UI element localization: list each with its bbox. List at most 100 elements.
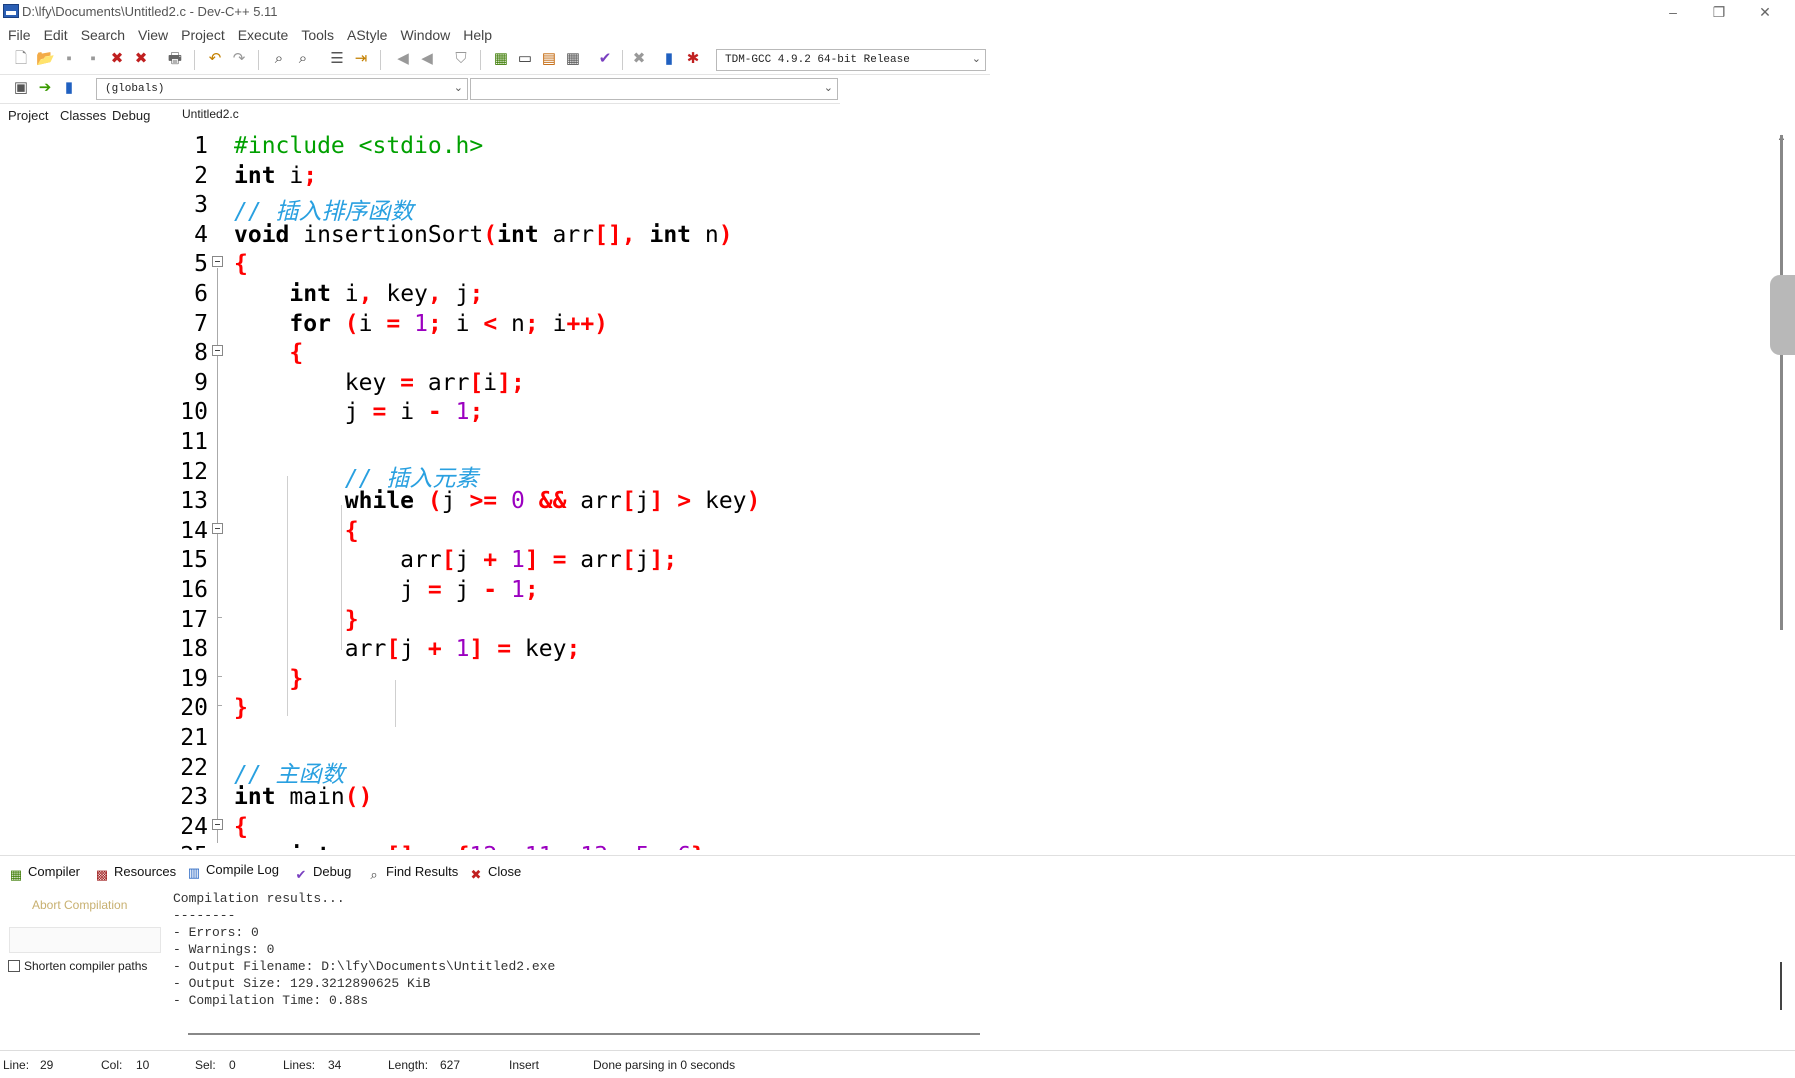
goto-line-icon[interactable]: ☰	[328, 50, 346, 68]
save-icon[interactable]: ▪	[60, 50, 78, 68]
chart-icon: ▥	[187, 865, 201, 880]
scope-select-value: (globals)	[105, 83, 165, 95]
code-line[interactable]: arr[j + 1] = key;	[234, 636, 581, 662]
code-line[interactable]: for (i = 1; i < n; i++)	[234, 311, 608, 337]
code-line[interactable]: }	[234, 666, 303, 692]
fold-toggle-icon[interactable]	[212, 345, 223, 356]
code-editor[interactable]: 1234567891011121314151617181920212223242…	[170, 130, 1785, 850]
code-line[interactable]: int i, key, j;	[234, 281, 483, 307]
code-line[interactable]: #include <stdio.h>	[234, 133, 483, 159]
line-number: 14	[180, 517, 208, 544]
log-horizontal-scrollbar[interactable]	[188, 1033, 980, 1035]
close-window-button[interactable]: ✕	[1742, 0, 1788, 24]
tab-resources[interactable]: ▩ Resources	[94, 864, 176, 883]
abort-compilation-button[interactable]: Abort Compilation	[32, 898, 127, 912]
print-icon[interactable]: 🖶	[166, 50, 184, 68]
fold-toggle-icon[interactable]	[212, 523, 223, 534]
code-line[interactable]: int main()	[234, 784, 373, 810]
tab-find-results[interactable]: ⌕ Find Results	[366, 864, 458, 883]
fold-end-marker	[217, 617, 222, 618]
tab-project[interactable]: Project	[8, 108, 48, 123]
compiler-select[interactable]: TDM-GCC 4.9.2 64-bit Release ⌄	[716, 49, 986, 71]
unindent-icon[interactable]: ◀	[394, 50, 412, 68]
menu-astyle[interactable]: AStyle	[347, 24, 387, 46]
tab-classes[interactable]: Classes	[60, 108, 106, 123]
new-class-icon[interactable]: ▣	[12, 79, 30, 97]
new-file-icon[interactable]: 🗋	[12, 50, 30, 68]
compile-run-icon[interactable]: ▤	[540, 50, 558, 68]
line-number: 15	[180, 547, 208, 574]
undo-icon[interactable]: ↶	[206, 50, 224, 68]
debug-icon[interactable]: ✱	[684, 50, 702, 68]
code-line[interactable]: while (j >= 0 && arr[j] > key)	[234, 488, 761, 514]
code-line[interactable]: {	[234, 518, 359, 544]
syntax-check-icon[interactable]: ✔	[596, 50, 614, 68]
status-parse-message: Done parsing in 0 seconds	[593, 1058, 736, 1072]
open-file-icon[interactable]: 📂	[36, 50, 55, 68]
menu-window[interactable]: Window	[400, 24, 450, 46]
fold-toggle-icon[interactable]	[212, 256, 223, 267]
tab-close[interactable]: ✖ Close	[468, 864, 522, 883]
line-number: 5	[194, 251, 208, 278]
rebuild-icon[interactable]: ▦	[564, 50, 582, 68]
tab-label: Compiler	[28, 864, 81, 879]
toggle-icon[interactable]: ▮	[60, 79, 78, 97]
code-line[interactable]: key = arr[i];	[234, 370, 525, 396]
replace-icon[interactable]: ⌕	[294, 50, 312, 68]
code-line[interactable]: arr[j + 1] = arr[j];	[234, 547, 677, 573]
run-icon[interactable]: ▭	[516, 50, 534, 68]
close-all-icon[interactable]: ✖	[132, 50, 150, 68]
menu-project[interactable]: Project	[181, 24, 225, 46]
editor-scrollbar[interactable]	[1780, 135, 1783, 630]
scope-select[interactable]: (globals) ⌄	[96, 78, 468, 100]
tab-compiler[interactable]: ▦ Compiler	[8, 864, 80, 883]
code-line[interactable]: }	[234, 607, 359, 633]
minimize-button[interactable]: –	[1650, 0, 1696, 24]
tab-label: Debug	[313, 864, 352, 879]
menu-tools[interactable]: Tools	[301, 24, 334, 46]
menu-help[interactable]: Help	[463, 24, 492, 46]
menu-search[interactable]: Search	[81, 24, 125, 46]
insert-icon[interactable]: ➔	[36, 79, 54, 97]
line-number: 8	[194, 340, 208, 367]
indent-icon[interactable]: ◀	[418, 50, 436, 68]
stop-icon[interactable]: ✖	[630, 50, 648, 68]
code-line[interactable]: j = j - 1;	[234, 577, 539, 603]
window-title: D:\lfy\Documents\Untitled2.c - Dev-C++ 5…	[22, 4, 278, 19]
code-line[interactable]: }	[234, 695, 248, 721]
code-line[interactable]: {	[234, 340, 303, 366]
bookmark-icon[interactable]: ⛉	[452, 50, 470, 68]
side-handle[interactable]	[1770, 275, 1795, 355]
line-number: 6	[194, 281, 208, 307]
code-line[interactable]: int arr[] = {12, 11, 13, 5, 6};	[234, 843, 718, 850]
menu-execute[interactable]: Execute	[238, 24, 289, 46]
code-line[interactable]: void insertionSort(int arr[], int n)	[234, 222, 733, 248]
code-line[interactable]: {	[234, 814, 248, 840]
code-line[interactable]: int i;	[234, 163, 317, 189]
code-line[interactable]: j = i - 1;	[234, 399, 484, 425]
menu-view[interactable]: View	[138, 24, 168, 46]
close-file-icon[interactable]: ✖	[108, 50, 126, 68]
tab-compile-log[interactable]: ▥ Compile Log	[186, 862, 279, 881]
find-icon[interactable]: ⌕	[270, 50, 288, 68]
shorten-paths-checkbox[interactable]	[8, 960, 20, 972]
toolbar-separator	[380, 50, 381, 70]
redo-icon[interactable]: ↷	[230, 50, 248, 68]
tab-debug[interactable]: Debug	[112, 108, 150, 123]
compile-log-output: Compilation results... -------- - Errors…	[173, 891, 556, 1008]
menu-file[interactable]: File	[8, 24, 31, 46]
goto-icon[interactable]: ⇥	[352, 50, 370, 68]
profile-icon[interactable]: ▮	[660, 50, 678, 68]
log-vertical-scrollbar[interactable]	[1780, 962, 1782, 1010]
fold-toggle-icon[interactable]	[212, 819, 223, 830]
save-all-icon[interactable]: ▪	[84, 50, 102, 68]
file-tab-untitled2[interactable]: Untitled2.c	[182, 107, 239, 121]
line-number: 20	[180, 695, 208, 722]
line-number: 4	[194, 221, 208, 248]
tab-debug-panel[interactable]: ✔ Debug	[293, 864, 352, 883]
code-line[interactable]: {	[234, 251, 248, 277]
function-select[interactable]: ⌄	[470, 78, 838, 100]
restore-button[interactable]: ❐	[1696, 0, 1742, 24]
menu-edit[interactable]: Edit	[44, 24, 68, 46]
compile-icon[interactable]: ▦	[492, 50, 510, 68]
